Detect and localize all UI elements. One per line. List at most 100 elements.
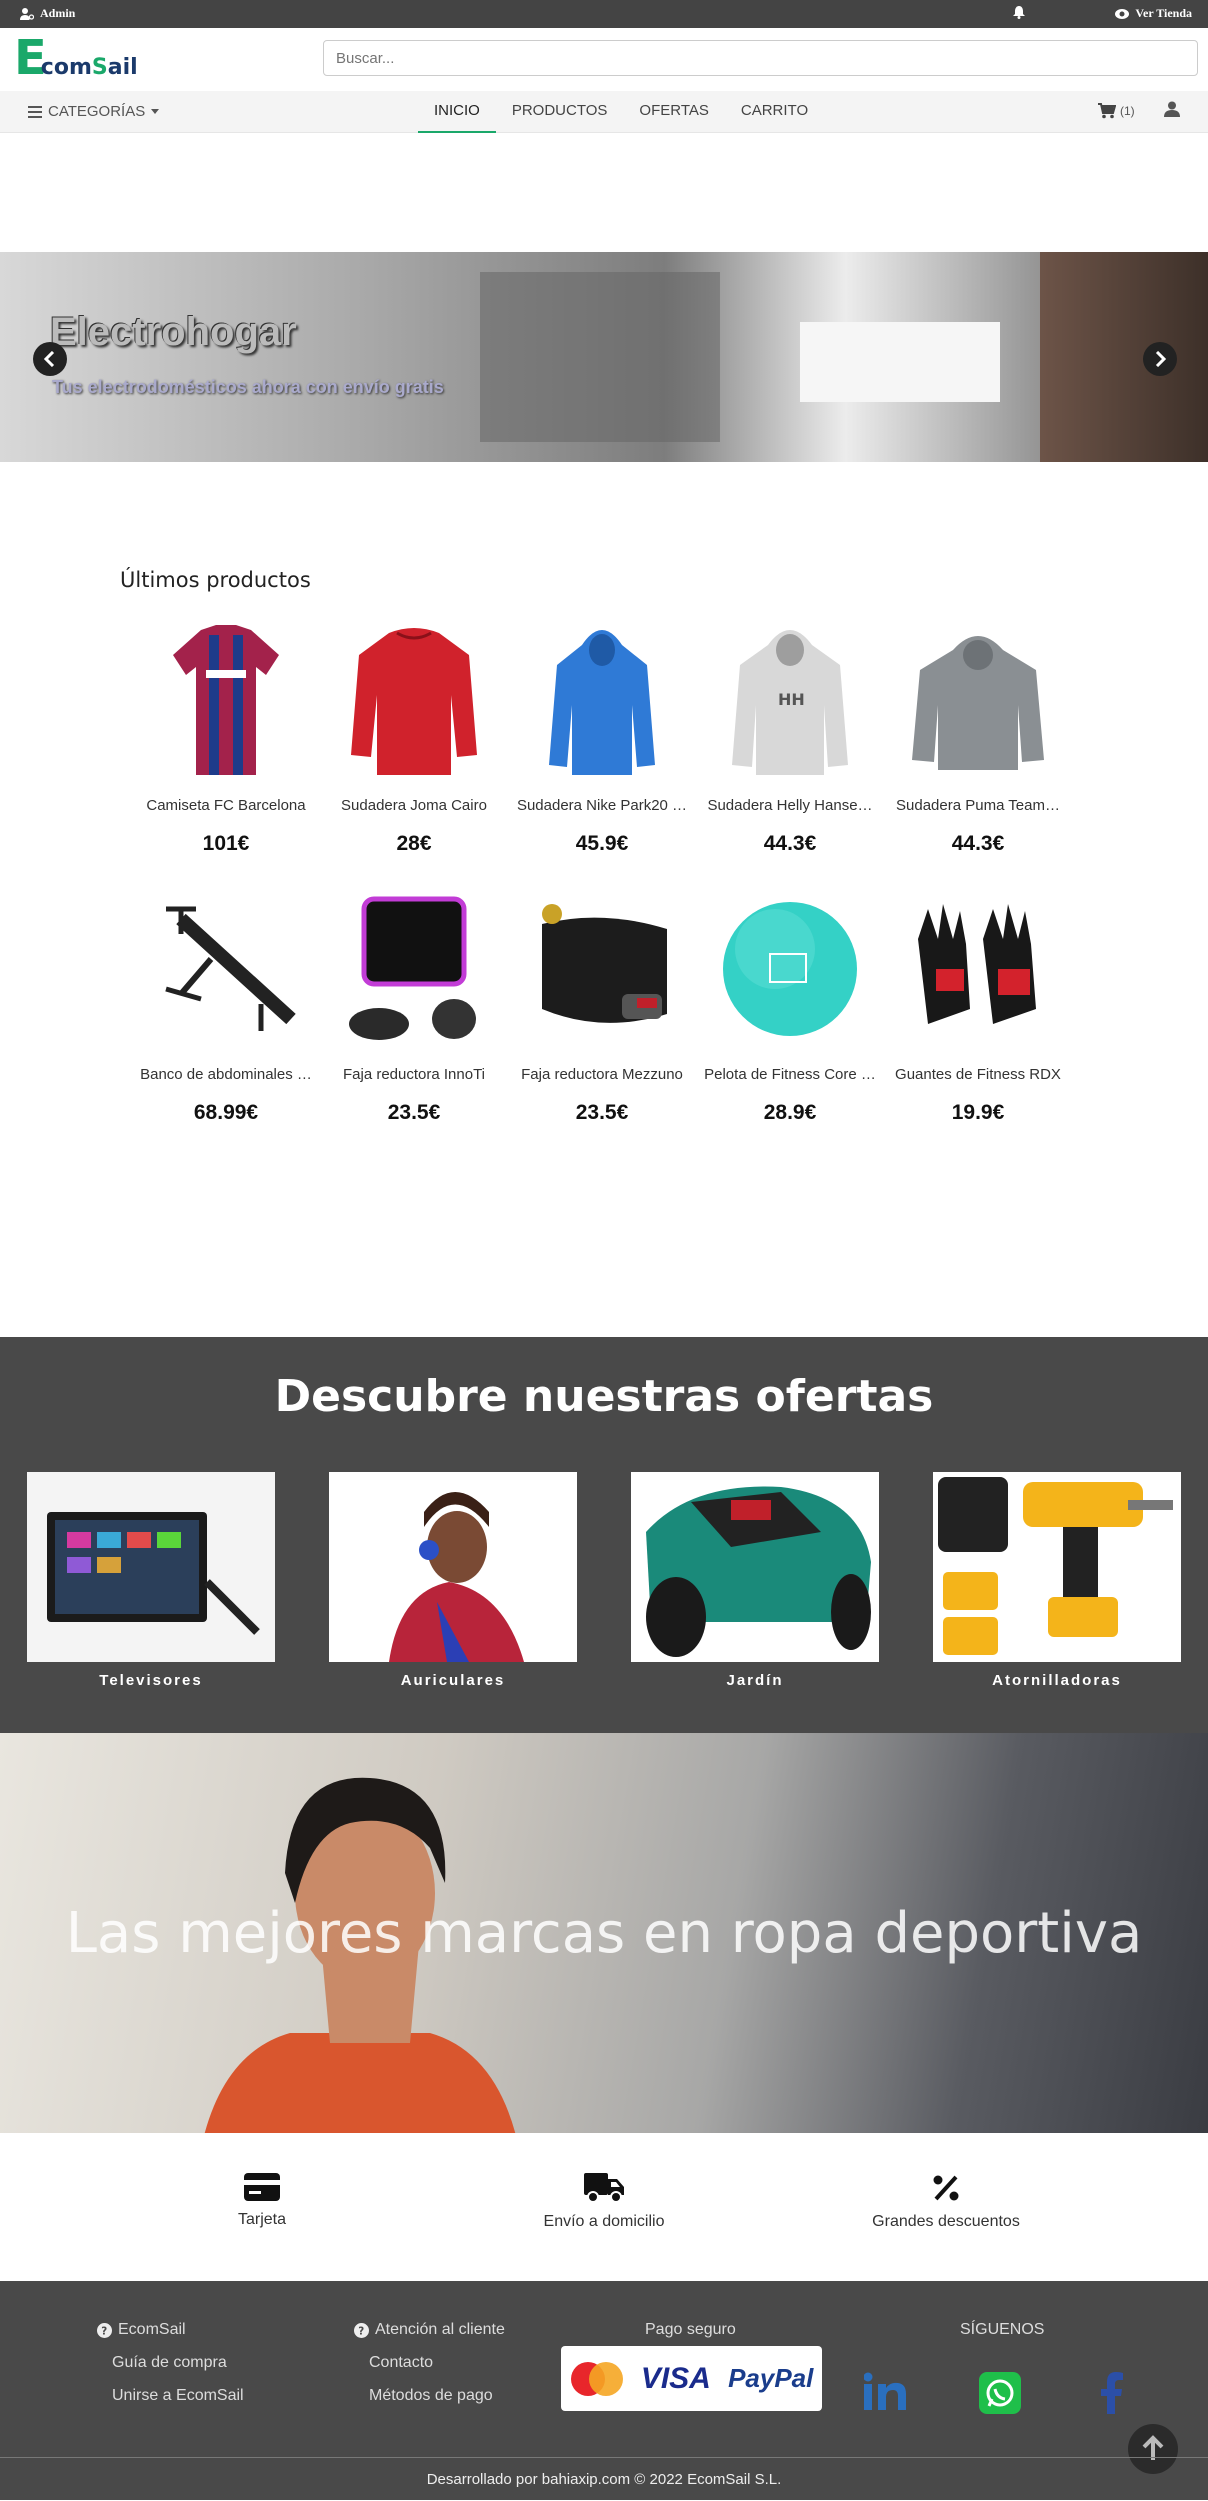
- logo-text-c: ail: [107, 55, 138, 80]
- banner-image-bg: [480, 272, 720, 442]
- product-name: Sudadera Puma Team…: [896, 797, 1060, 814]
- offer-card-garden[interactable]: Jardín: [631, 1472, 879, 1689]
- offer-image-tv: [27, 1472, 275, 1662]
- product-price: 44.3€: [763, 832, 817, 855]
- credit-card-icon: [244, 2173, 280, 2201]
- user-icon[interactable]: [1164, 101, 1180, 122]
- footer-link[interactable]: Métodos de pago: [354, 2387, 505, 2405]
- product-card[interactable]: Sudadera Nike Park20 … 45.9€: [508, 615, 696, 856]
- product-price: 19.9€: [951, 1101, 1005, 1124]
- footer-link[interactable]: Contacto: [354, 2354, 505, 2372]
- main-nav: CATEGORÍAS INICIO PRODUCTOS OFERTAS CARR…: [0, 91, 1208, 133]
- logo-text: comSail: [41, 55, 138, 80]
- categories-dropdown[interactable]: CATEGORÍAS: [28, 103, 160, 120]
- carousel-prev-button[interactable]: [33, 342, 67, 376]
- product-name: Sudadera Joma Cairo: [341, 797, 487, 814]
- hero-text: Las mejores marcas en ropa deportiva: [65, 1901, 1143, 1966]
- features: Tarjeta Envío a domicilio Grandes descue…: [0, 2133, 1208, 2281]
- feature-card: Tarjeta: [142, 2173, 382, 2229]
- bell-icon[interactable]: [1013, 6, 1025, 23]
- product-card[interactable]: Pelota de Fitness Core … 28.9€: [696, 884, 884, 1125]
- facebook-icon[interactable]: [1100, 2372, 1124, 2419]
- product-name: Banco de abdominales …: [140, 1066, 312, 1083]
- banner-title: Electrohogar: [50, 310, 297, 354]
- product-card[interactable]: Faja reductora InnoTi 23.5€: [320, 884, 508, 1125]
- feature-discounts: Grandes descuentos: [826, 2173, 1066, 2231]
- product-image-grey-hoodie: HH: [696, 615, 884, 785]
- footer-col-support: ? Atención al cliente Contacto Métodos d…: [354, 2321, 505, 2420]
- caret-down-icon: [151, 109, 160, 114]
- brands-hero: Las mejores marcas en ropa deportiva: [0, 1733, 1208, 2133]
- product-price: 44.3€: [951, 832, 1005, 855]
- menu: INICIO PRODUCTOS OFERTAS CARRITO: [418, 91, 824, 133]
- product-card[interactable]: Faja reductora Mezzuno 23.5€: [508, 884, 696, 1125]
- product-card[interactable]: Sudadera Joma Cairo 28€: [320, 615, 508, 856]
- product-card[interactable]: Sudadera Puma Team… 44.3€: [884, 615, 1072, 856]
- footer-social-title: SÍGUENOS: [960, 2321, 1045, 2338]
- offer-label: Televisores: [99, 1672, 203, 1689]
- whatsapp-icon[interactable]: [979, 2372, 1021, 2419]
- cart-icon: [1098, 103, 1116, 119]
- footer-link[interactable]: Guía de compra: [97, 2354, 244, 2372]
- linkedin-icon[interactable]: [863, 2372, 908, 2417]
- nav-item-inicio[interactable]: INICIO: [418, 91, 496, 133]
- product-image-jersey: [132, 615, 320, 785]
- categories-label: CATEGORÍAS: [48, 103, 146, 120]
- carousel-next-button[interactable]: [1143, 342, 1177, 376]
- mastercard-logo: [570, 2361, 623, 2396]
- feature-label: Envío a domicilio: [543, 2213, 665, 2230]
- product-price: 101€: [202, 832, 250, 855]
- search-input[interactable]: [323, 40, 1198, 76]
- product-name: Faja reductora Mezzuno: [521, 1066, 683, 1083]
- product-name: Camiseta FC Barcelona: [146, 797, 306, 814]
- footer-col-title: EcomSail: [118, 2321, 186, 2338]
- footer-link[interactable]: Unirse a EcomSail: [97, 2387, 244, 2405]
- offer-image-headphones: [329, 1472, 577, 1662]
- svg-text:?: ?: [358, 2325, 364, 2337]
- product-card[interactable]: Guantes de Fitness RDX 19.9€: [884, 884, 1072, 1125]
- offer-card-headphones[interactable]: Auriculares: [329, 1472, 577, 1689]
- product-image-gloves: [884, 884, 1072, 1054]
- logo[interactable]: E comSail: [14, 34, 138, 82]
- cart-button[interactable]: (1): [1098, 103, 1135, 119]
- footer-col-head: ? EcomSail: [97, 2321, 244, 2339]
- offer-label: Jardín: [726, 1672, 784, 1689]
- offers-title: Descubre nuestras ofertas: [274, 1371, 934, 1422]
- product-price: 68.99€: [193, 1101, 259, 1124]
- product-card[interactable]: Camiseta FC Barcelona 101€: [132, 615, 320, 856]
- nav-item-productos[interactable]: PRODUCTOS: [496, 91, 624, 133]
- product-name: Pelota de Fitness Core …: [704, 1066, 876, 1083]
- offer-image-drill: [933, 1472, 1181, 1662]
- product-image-mezzuno-belt: [508, 884, 696, 1054]
- paypal-logo: PayPal: [728, 2363, 814, 2393]
- admin-link[interactable]: Admin: [20, 6, 75, 21]
- footer-payment-title: Pago seguro: [645, 2321, 736, 2338]
- svg-text:HH: HH: [778, 690, 805, 709]
- admin-label: Admin: [40, 6, 76, 20]
- feature-label: Grandes descuentos: [872, 2213, 1020, 2230]
- offers-section: Descubre nuestras ofertas Televisores Au…: [0, 1337, 1208, 1733]
- offer-card-drill[interactable]: Atornilladoras: [933, 1472, 1181, 1689]
- feature-label: Tarjeta: [237, 2211, 287, 2228]
- top-bar: Admin Ver Tienda: [0, 0, 1208, 28]
- question-circle-icon: ?: [97, 2322, 112, 2338]
- question-circle-icon: ?: [354, 2322, 369, 2338]
- offer-image-mower: [631, 1472, 879, 1662]
- latest-products-title: Últimos productos: [120, 568, 311, 592]
- product-card[interactable]: HH Sudadera Helly Hanse… 44.3€: [696, 615, 884, 856]
- product-price: 23.5€: [387, 1101, 441, 1124]
- product-price: 45.9€: [575, 832, 629, 855]
- offer-card-tv[interactable]: Televisores: [27, 1472, 275, 1689]
- nav-item-ofertas[interactable]: OFERTAS: [623, 91, 724, 133]
- product-card[interactable]: Banco de abdominales … 68.99€: [132, 884, 320, 1125]
- product-name: Sudadera Helly Hanse…: [707, 797, 873, 814]
- chevron-right-icon: [1155, 350, 1167, 368]
- product-image-innoti-belt: [320, 884, 508, 1054]
- nav-item-carrito[interactable]: CARRITO: [725, 91, 824, 133]
- svg-text:?: ?: [101, 2325, 107, 2337]
- header: E comSail: [0, 28, 1208, 91]
- payment-methods: VISA PayPal: [561, 2346, 822, 2411]
- view-store-link[interactable]: Ver Tienda: [1115, 6, 1192, 21]
- eye-icon: [1115, 8, 1130, 19]
- product-image-blue-hoodie: [508, 615, 696, 785]
